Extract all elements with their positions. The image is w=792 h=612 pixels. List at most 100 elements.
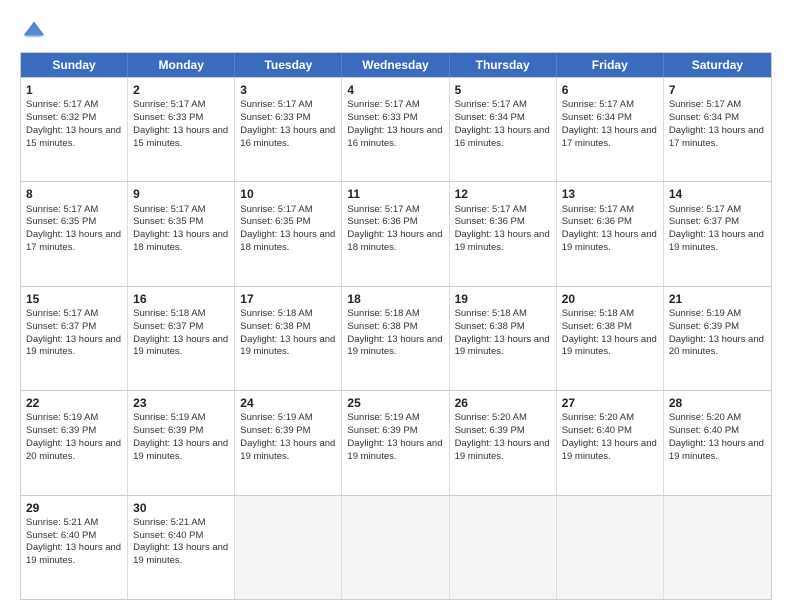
calendar-cell: 19Sunrise: 5:18 AM Sunset: 6:38 PM Dayligh…	[450, 287, 557, 390]
daylight-label: Daylight: 13 hours and 17 minutes.	[669, 125, 764, 149]
day-number: 3	[240, 82, 336, 98]
sunrise-label: Sunrise: 5:17 AM	[669, 99, 741, 110]
calendar-cell: 21Sunrise: 5:19 AMSunset: 6:39 PMDayligh…	[664, 287, 771, 390]
daylight-label: Daylight: 13 hours and 20 minutes.	[26, 438, 121, 462]
sunset-label: Sunset: 6:34 PM	[455, 112, 525, 123]
sunrise-label: Sunrise: 5:17 AM	[347, 99, 419, 110]
sunset-label: Sunset: 6:34 PM	[562, 112, 632, 123]
calendar-cell: 3Sunrise: 5:17 AMSunset: 6:33 PMDaylight…	[235, 78, 342, 181]
day-number: 18	[347, 291, 443, 307]
daylight-label: Daylight: 13 hours and 20 minutes.	[669, 334, 764, 358]
day-number: 9	[133, 186, 229, 202]
sunrise-label: Sunrise: 5:17 AM	[669, 204, 741, 215]
sunset-label: Sunset: 6:38 PM	[240, 321, 310, 332]
calendar-cell: 18Sunrise: 5:18 AMSunset: 6:38 PMDayligh…	[342, 287, 449, 390]
header-day-tuesday: Tuesday	[235, 53, 342, 77]
sunrise-label: Sunrise: 5:18 AM	[455, 308, 527, 319]
daylight-label: Daylight: 13 hours and 17 minutes.	[562, 125, 657, 149]
sunrise-label: Sunrise: 5:17 AM	[133, 204, 205, 215]
sunrise-label: Sunrise: 5:19 AM	[240, 412, 312, 423]
day-number: 16	[133, 291, 229, 307]
calendar-cell: 8Sunrise: 5:17 AMSunset: 6:35 PMDaylight…	[21, 182, 128, 285]
day-number: 25	[347, 395, 443, 411]
daylight-label: Daylight: 13 hours and 19 minutes.	[455, 334, 550, 358]
sunrise-label: Sunrise: 5:20 AM	[669, 412, 741, 423]
sunset-label: Sunset: 6:40 PM	[669, 425, 739, 436]
calendar-header-row: SundayMondayTuesdayWednesdayThursdayFrid…	[21, 53, 771, 77]
sunset-label: Sunset: 6:38 PM	[562, 321, 632, 332]
day-number: 7	[669, 82, 766, 98]
sunrise-label: Sunrise: 5:17 AM	[240, 204, 312, 215]
calendar-cell: 11Sunrise: 5:17 AMSunset: 6:36 PMDayligh…	[342, 182, 449, 285]
calendar-cell: 27Sunrise: 5:20 AMSunset: 6:40 PMDayligh…	[557, 391, 664, 494]
calendar-week-5: 29Sunrise: 5:21 AMSunset: 6:40 PMDayligh…	[21, 495, 771, 599]
page: SundayMondayTuesdayWednesdayThursdayFrid…	[0, 0, 792, 612]
sunrise-label: Sunrise: 5:17 AM	[26, 204, 98, 215]
daylight-label: Daylight: 13 hours and 19 minutes.	[455, 438, 550, 462]
sunset-label: Sunset: 6:39 PM	[133, 425, 203, 436]
daylight-label: Daylight: 13 hours and 18 minutes.	[240, 229, 335, 253]
header-day-friday: Friday	[557, 53, 664, 77]
header-day-wednesday: Wednesday	[342, 53, 449, 77]
sunset-label: Sunset: 6:38 PM	[455, 321, 525, 332]
daylight-label: Daylight: 13 hours and 19 minutes.	[133, 334, 228, 358]
day-number: 27	[562, 395, 658, 411]
sunset-label: Sunset: 6:36 PM	[562, 216, 632, 227]
calendar-cell: 13Sunrise: 5:17 AMSunset: 6:36 PMDayligh…	[557, 182, 664, 285]
sunset-label: Sunset: 6:37 PM	[26, 321, 96, 332]
daylight-label: Daylight: 13 hours and 18 minutes.	[347, 229, 442, 253]
calendar-week-3: 15Sunrise: 5:17 AMSunset: 6:37 PMDayligh…	[21, 286, 771, 390]
sunset-label: Sunset: 6:39 PM	[26, 425, 96, 436]
calendar-cell: 6Sunrise: 5:17 AMSunset: 6:34 PMDaylight…	[557, 78, 664, 181]
sunrise-label: Sunrise: 5:17 AM	[347, 204, 419, 215]
sunrise-label: Sunrise: 5:19 AM	[133, 412, 205, 423]
calendar-cell: 17Sunrise: 5:18 AMSunset: 6:38 PMDayligh…	[235, 287, 342, 390]
logo	[20, 18, 52, 46]
sunset-label: Sunset: 6:35 PM	[240, 216, 310, 227]
day-number: 23	[133, 395, 229, 411]
calendar-cell	[342, 496, 449, 599]
sunrise-label: Sunrise: 5:17 AM	[133, 99, 205, 110]
calendar-cell: 2Sunrise: 5:17 AMSunset: 6:33 PMDaylight…	[128, 78, 235, 181]
sunset-label: Sunset: 6:40 PM	[133, 530, 203, 541]
header-day-monday: Monday	[128, 53, 235, 77]
day-number: 30	[133, 500, 229, 516]
sunset-label: Sunset: 6:37 PM	[133, 321, 203, 332]
sunrise-label: Sunrise: 5:18 AM	[347, 308, 419, 319]
calendar-cell: 20Sunrise: 5:18 AMSunset: 6:38 PMDayligh…	[557, 287, 664, 390]
calendar-cell	[664, 496, 771, 599]
sunset-label: Sunset: 6:39 PM	[669, 321, 739, 332]
sunrise-label: Sunrise: 5:18 AM	[240, 308, 312, 319]
day-number: 19	[455, 291, 551, 307]
day-number: 8	[26, 186, 122, 202]
day-number: 12	[455, 186, 551, 202]
sunrise-label: Sunrise: 5:17 AM	[562, 99, 634, 110]
daylight-label: Daylight: 13 hours and 19 minutes.	[240, 334, 335, 358]
day-number: 10	[240, 186, 336, 202]
calendar-cell: 15Sunrise: 5:17 AMSunset: 6:37 PMDayligh…	[21, 287, 128, 390]
day-number: 2	[133, 82, 229, 98]
calendar-cell: 23Sunrise: 5:19 AMSunset: 6:39 PMDayligh…	[128, 391, 235, 494]
generalblue-logo-icon	[20, 18, 48, 46]
day-number: 1	[26, 82, 122, 98]
calendar: SundayMondayTuesdayWednesdayThursdayFrid…	[20, 52, 772, 600]
sunrise-label: Sunrise: 5:18 AM	[562, 308, 634, 319]
calendar-cell: 28Sunrise: 5:20 AMSunset: 6:40 PMDayligh…	[664, 391, 771, 494]
daylight-label: Daylight: 13 hours and 19 minutes.	[669, 229, 764, 253]
daylight-label: Daylight: 13 hours and 19 minutes.	[347, 438, 442, 462]
sunset-label: Sunset: 6:39 PM	[240, 425, 310, 436]
calendar-cell: 29Sunrise: 5:21 AMSunset: 6:40 PMDayligh…	[21, 496, 128, 599]
calendar-body: 1 Sunrise: 5:17 AM Sunset: 6:32 PM Daylight…	[21, 77, 771, 599]
day-number: 5	[455, 82, 551, 98]
sunset-label: Sunset: 6:32 PM	[26, 112, 96, 123]
calendar-cell	[235, 496, 342, 599]
sunset-label: Sunset: 6:38 PM	[347, 321, 417, 332]
sunset-label: Sunset: 6:40 PM	[26, 530, 96, 541]
calendar-cell: 10 Sunrise: 5:17 AMSunset: 6:35 PM Dayligh…	[235, 182, 342, 285]
calendar-cell: 25Sunrise: 5:19 AMSunset: 6:39 PMDayligh…	[342, 391, 449, 494]
daylight-label: Daylight: 13 hours and 19 minutes.	[133, 542, 228, 566]
daylight-label: Daylight: 13 hours and 16 minutes.	[240, 125, 335, 149]
day-number: 13	[562, 186, 658, 202]
daylight-label: Daylight: 13 hours and 19 minutes.	[669, 438, 764, 462]
sunrise-label: Sunrise: 5:18 AM	[133, 308, 205, 319]
